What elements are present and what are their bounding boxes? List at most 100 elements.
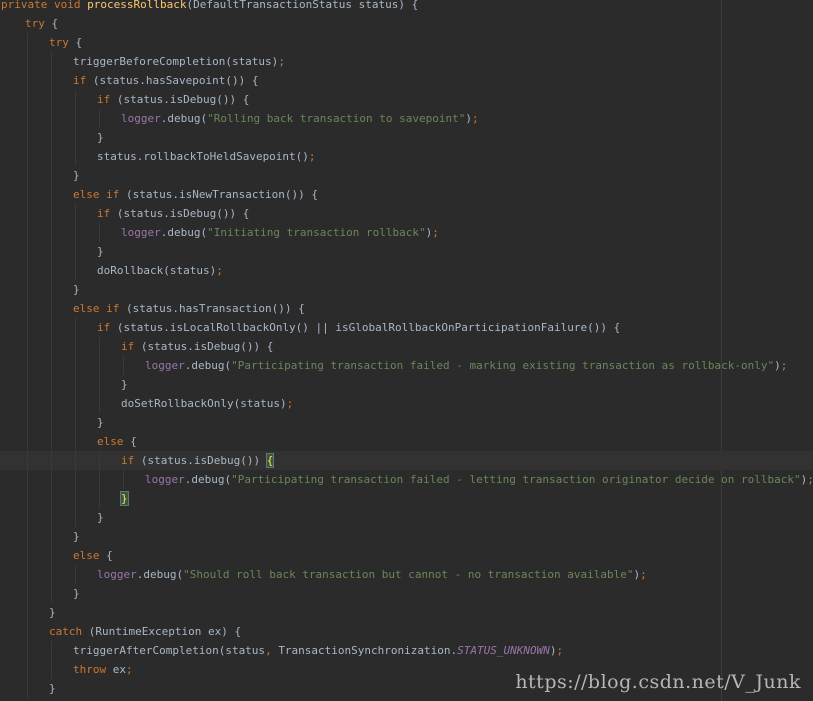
code-token: .debug( [160,112,208,125]
indent-guide [51,660,52,679]
code-text: throw ex; [73,660,133,679]
code-token: logger [97,568,137,581]
code-text: } [121,375,128,394]
code-token: if [97,321,117,334]
code-text: catch (RuntimeException ex) { [49,622,241,641]
code-line[interactable]: } [0,128,813,147]
code-token: logger [121,112,161,125]
code-line[interactable]: } [0,603,813,622]
code-token: ) [774,359,781,372]
code-text: logger.debug("Should roll back transacti… [97,565,647,584]
code-token: ; [556,644,564,657]
code-line[interactable]: if (status.isDebug()) { [0,204,813,223]
code-token: doRollback(status) [97,264,217,277]
indent-guide [27,413,28,432]
code-line[interactable]: } [0,527,813,546]
code-line[interactable]: doRollback(status); [0,261,813,280]
code-line[interactable]: logger.debug("Participating transaction … [0,470,813,489]
code-token: if [73,74,93,87]
code-token: } [73,587,80,600]
code-token: ; [640,568,647,581]
indent-guide [27,299,28,318]
code-token: else [73,549,107,562]
code-text: status.rollbackToHeldSavepoint(); [97,147,316,166]
code-line[interactable]: } [0,280,813,299]
indent-guide [51,375,52,394]
code-line[interactable]: logger.debug("Rolling back transaction t… [0,109,813,128]
indent-guide [75,394,76,413]
indent-guide [51,318,52,337]
code-token: if [121,340,141,353]
code-line[interactable]: if (status.isDebug()) { [0,451,813,470]
code-line[interactable]: else if (status.isNewTransaction()) { [0,185,813,204]
code-token: else if [73,302,126,315]
code-text: } [97,508,104,527]
code-token: } [73,283,80,296]
indent-guide [99,470,100,489]
code-line[interactable]: try { [0,33,813,52]
code-line[interactable]: } [0,413,813,432]
indent-guide [27,166,28,185]
indent-guide [51,166,52,185]
code-token: } [97,131,104,144]
code-token: ; [472,112,479,125]
indent-guide [51,413,52,432]
code-token: "Initiating transaction rollback" [207,226,426,239]
code-token: "Participating transaction failed - lett… [231,473,801,486]
indent-guide [75,242,76,261]
code-line[interactable]: logger.debug("Should roll back transacti… [0,565,813,584]
indent-guide [51,470,52,489]
code-line[interactable]: if (status.isLocalRollbackOnly() || isGl… [0,318,813,337]
indent-guide [51,451,52,470]
code-line[interactable]: logger.debug("Initiating transaction rol… [0,223,813,242]
code-line[interactable]: } [0,508,813,527]
code-token: triggerBeforeCompletion(status) [73,55,279,68]
indent-guide [27,109,28,128]
code-line[interactable]: try { [0,14,813,33]
code-token: logger [145,359,185,372]
code-line[interactable]: if (status.isDebug()) { [0,90,813,109]
code-text: } [97,242,104,261]
code-line[interactable]: if (status.isDebug()) { [0,337,813,356]
indent-guide [51,527,52,546]
code-text: if (status.isLocalRollbackOnly() || isGl… [97,318,620,337]
code-line[interactable]: private void processRollback(DefaultTran… [0,0,813,14]
code-line[interactable]: } [0,584,813,603]
indent-guide [51,52,52,71]
code-line[interactable]: catch (RuntimeException ex) { [0,622,813,641]
code-token: logger [145,473,185,486]
indent-guide [27,508,28,527]
code-line[interactable]: } [0,489,813,508]
indent-guide [99,109,100,128]
code-token: TransactionSynchronization. [278,644,458,657]
code-token: (status.isNewTransaction()) { [125,188,319,201]
code-line[interactable]: doSetRollbackOnly(status); [0,394,813,413]
code-text: else if (status.hasTransaction()) { [73,299,305,318]
indent-guide [51,508,52,527]
code-line[interactable]: else { [0,432,813,451]
code-line[interactable]: triggerAfterCompletion(status, Transacti… [0,641,813,660]
code-text: else if (status.isNewTransaction()) { [73,185,318,204]
code-line[interactable]: status.rollbackToHeldSavepoint(); [0,147,813,166]
code-token: .debug( [136,568,184,581]
code-text: } [73,584,80,603]
indent-guide [51,204,52,223]
code-line[interactable]: } [0,375,813,394]
code-token: "Should roll back transaction but cannot… [183,568,634,581]
code-line[interactable]: } [0,166,813,185]
code-line[interactable]: else { [0,546,813,565]
code-text: doRollback(status); [97,261,223,280]
code-line[interactable]: logger.debug("Participating transaction … [0,356,813,375]
code-token: STATUS_UNKNOWN [457,644,550,657]
code-token: (status.isDebug()) [140,454,267,467]
indent-guide [99,451,100,470]
code-line[interactable]: else if (status.hasTransaction()) { [0,299,813,318]
code-token: { [130,435,137,448]
code-line[interactable]: if (status.hasSavepoint()) { [0,71,813,90]
code-text: } [49,679,56,698]
indent-guide [99,375,100,394]
indent-guide [123,356,124,375]
code-line[interactable]: } [0,242,813,261]
code-line[interactable]: triggerBeforeCompletion(status); [0,52,813,71]
code-editor[interactable]: private void processRollback(DefaultTran… [0,0,813,701]
